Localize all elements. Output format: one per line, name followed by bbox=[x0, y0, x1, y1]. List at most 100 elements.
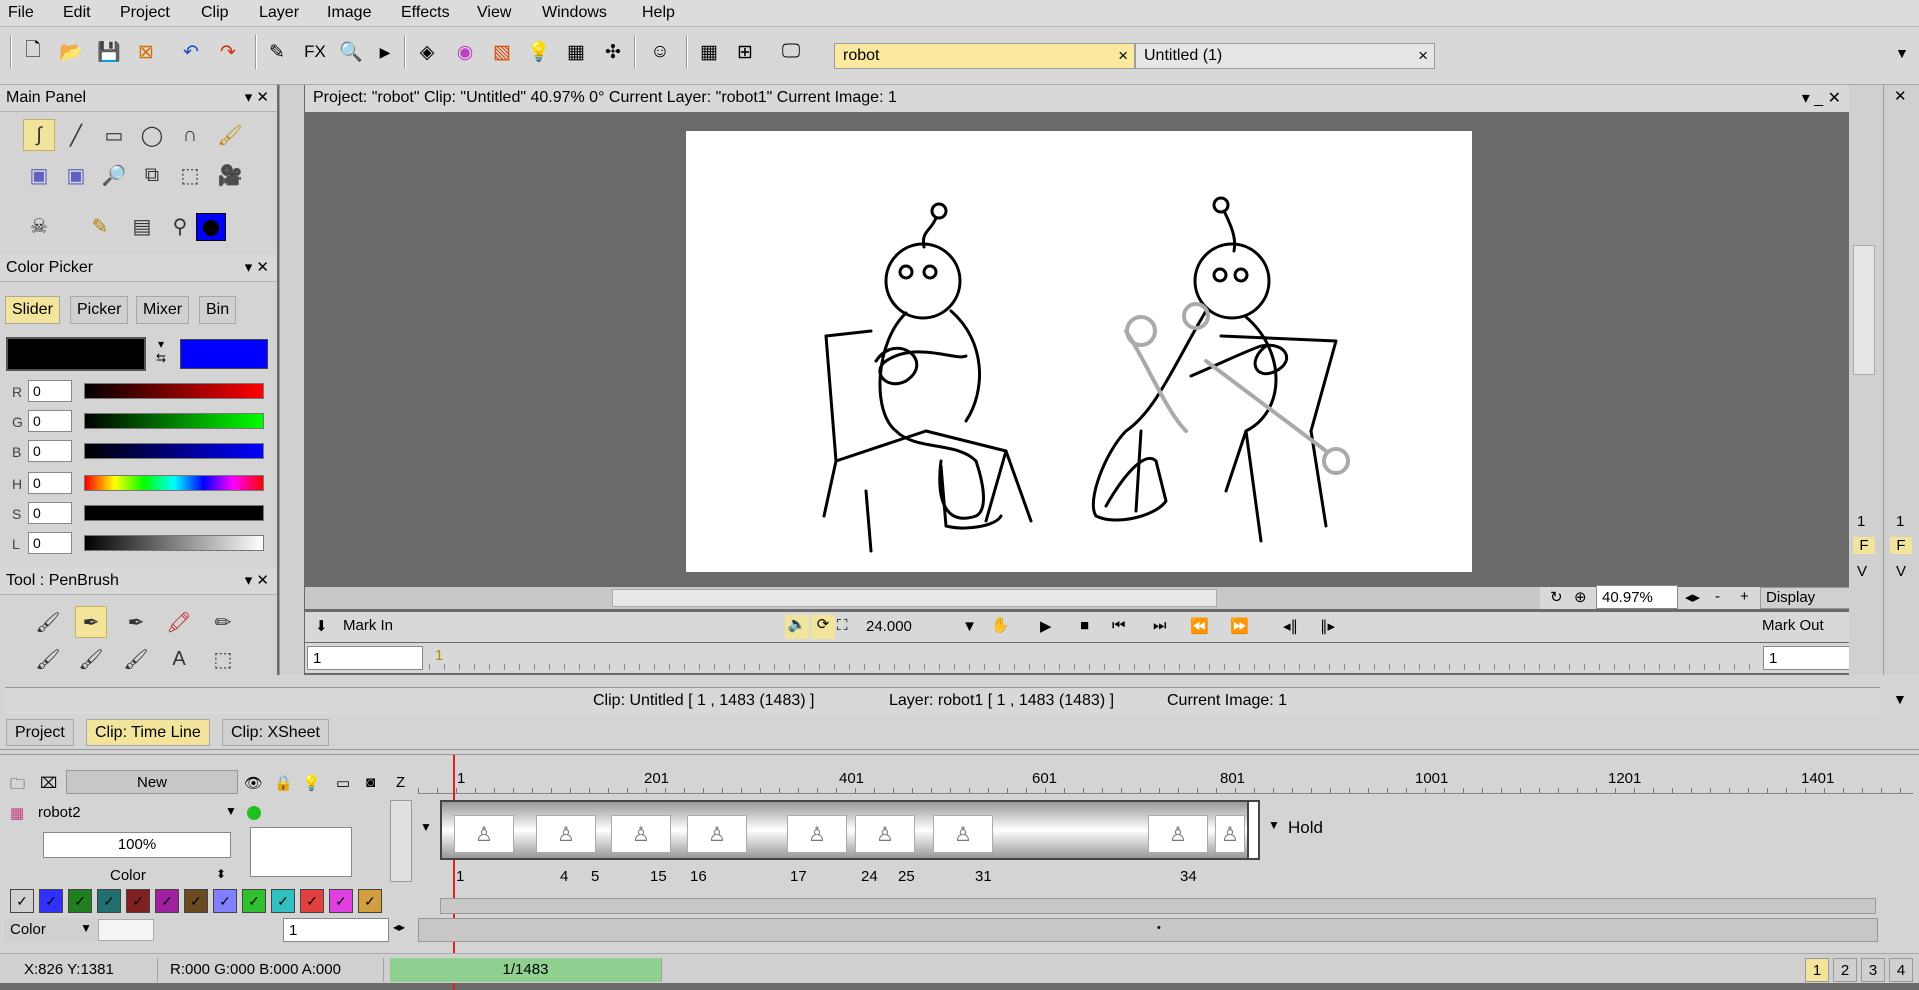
spinner-icon[interactable]: ⬍ bbox=[216, 867, 226, 881]
step-back-icon[interactable]: ◂∥ bbox=[1283, 617, 1298, 635]
panel-controls-icon[interactable]: ▾ ✕ bbox=[245, 571, 269, 589]
color-swatch[interactable]: ✓ bbox=[39, 889, 63, 913]
tab-slider[interactable]: Slider bbox=[5, 296, 60, 324]
step-arrows-icon[interactable]: ◂▸ bbox=[393, 920, 405, 934]
menu-clip[interactable]: Clip bbox=[201, 4, 229, 22]
color-swatch[interactable]: ✓ bbox=[10, 889, 34, 913]
side-label-f[interactable]: F bbox=[1890, 537, 1912, 554]
menu-edit[interactable]: Edit bbox=[63, 4, 91, 22]
frame-thumb[interactable]: ♙ bbox=[1215, 815, 1245, 853]
fps-dropdown[interactable]: 24.000 ▼ bbox=[861, 615, 983, 639]
brush-preset-icon[interactable]: 🖌 bbox=[75, 643, 107, 675]
frame-thumb[interactable]: ♙ bbox=[454, 815, 514, 853]
chevron-down-icon[interactable]: ▼ bbox=[225, 804, 237, 818]
viewer-h-scroll-thumb[interactable] bbox=[612, 589, 1217, 607]
channel-g-slider[interactable] bbox=[84, 413, 264, 429]
panel-controls-icon[interactable]: ▾ ✕ bbox=[245, 258, 269, 276]
mark-in-arrow-icon[interactable]: ⬇ bbox=[315, 617, 328, 635]
close-file-icon[interactable]: ⊠ bbox=[131, 37, 161, 67]
tab-clip-xsheet[interactable]: Clip: XSheet bbox=[222, 719, 329, 746]
tab-untitled[interactable]: Untitled (1) × bbox=[1135, 43, 1435, 69]
layer-visible-dot[interactable] bbox=[247, 806, 261, 820]
chevron-down-icon[interactable]: ▼ bbox=[420, 820, 432, 834]
tab-project[interactable]: Project bbox=[6, 719, 74, 746]
text-tool-icon[interactable]: A bbox=[163, 643, 195, 675]
selection-loop-icon[interactable]: ⛶ bbox=[837, 617, 848, 634]
tab-clip-timeline[interactable]: Clip: Time Line bbox=[86, 719, 210, 746]
channel-b-input[interactable]: 0 bbox=[28, 440, 72, 462]
grid-icon[interactable]: ▦ bbox=[694, 37, 724, 67]
swap-colors-icon[interactable]: ▾ ⇆ bbox=[150, 337, 172, 371]
brush-preset-icon[interactable]: 🖌 bbox=[32, 643, 64, 675]
channel-h-input[interactable]: 0 bbox=[28, 472, 72, 494]
pencil-tool-icon[interactable]: ✎ bbox=[84, 210, 116, 242]
transform-tool-icon[interactable]: ⬚ bbox=[174, 159, 206, 191]
color-swatch[interactable]: ✓ bbox=[68, 889, 92, 913]
magnifier-icon[interactable]: 🔍 bbox=[336, 37, 366, 67]
color-swatch[interactable]: ✓ bbox=[242, 889, 266, 913]
layers-icon[interactable]: ◈ bbox=[412, 37, 442, 67]
view-2-button[interactable]: 2 bbox=[1833, 958, 1857, 982]
close-icon[interactable]: × bbox=[1418, 46, 1428, 66]
brush-tools-icon[interactable]: ✎ bbox=[262, 37, 292, 67]
new-file-icon[interactable]: 🗋 bbox=[18, 37, 48, 67]
eyedropper-icon[interactable]: ⚲ bbox=[164, 210, 196, 242]
go-end-icon[interactable]: ⏭ bbox=[1153, 617, 1167, 634]
bezier-tool-icon[interactable]: ∩ bbox=[174, 119, 206, 151]
folder-icon[interactable]: 🗀 bbox=[10, 774, 25, 799]
fx-icon[interactable]: FX bbox=[300, 37, 330, 67]
marker-preset-icon[interactable]: 🖍 bbox=[163, 606, 195, 638]
menu-project[interactable]: Project bbox=[120, 4, 170, 22]
zoom-tool-icon[interactable]: 🔎 bbox=[98, 159, 130, 191]
color-swatch[interactable]: ✓ bbox=[271, 889, 295, 913]
zoom-in-button[interactable]: + bbox=[1740, 588, 1749, 605]
tab-picker[interactable]: Picker bbox=[70, 296, 129, 324]
left-panel-scrollbar[interactable] bbox=[279, 85, 304, 675]
chevron-down-icon[interactable]: ▼ bbox=[1893, 691, 1907, 707]
frame-input[interactable]: 1 bbox=[283, 918, 389, 942]
pen-brush-preset-icon[interactable]: ✒ bbox=[75, 606, 107, 638]
redo-icon[interactable]: ↷ bbox=[213, 37, 243, 67]
hold-chevron-icon[interactable]: ▼ bbox=[1268, 818, 1280, 832]
menu-windows[interactable]: Windows bbox=[542, 4, 607, 22]
side-label-f[interactable]: F bbox=[1853, 537, 1875, 554]
frame-thumb[interactable]: ♙ bbox=[611, 815, 671, 853]
play-icon[interactable]: ▶ bbox=[370, 37, 400, 67]
calculator-icon[interactable]: ▦ bbox=[561, 37, 591, 67]
frame-ruler-track[interactable]: 1 bbox=[429, 646, 1759, 670]
layer-name[interactable]: robot2 bbox=[38, 804, 81, 821]
color-swatch[interactable]: ✓ bbox=[300, 889, 324, 913]
view-3-button[interactable]: 3 bbox=[1861, 958, 1885, 982]
tab-robot[interactable]: robot × bbox=[834, 43, 1135, 69]
menu-layer[interactable]: Layer bbox=[259, 4, 299, 22]
viewer-v-scroll-thumb[interactable] bbox=[1853, 245, 1875, 375]
camera-toggle-icon[interactable]: ◙ bbox=[366, 774, 375, 791]
timeline-h-scrollbar[interactable]: • bbox=[418, 918, 1878, 942]
ink-brush-preset-icon[interactable]: ✒ bbox=[120, 606, 152, 638]
color-swatch[interactable]: ✓ bbox=[126, 889, 150, 913]
mark-out-button[interactable]: Mark Out bbox=[1762, 617, 1824, 634]
lock-icon[interactable]: 🔒 bbox=[274, 774, 293, 792]
light-bulb-icon[interactable]: 💡 bbox=[524, 37, 554, 67]
channel-r-input[interactable]: 0 bbox=[28, 380, 72, 402]
menu-file[interactable]: File bbox=[8, 4, 34, 22]
color-swatch[interactable]: ✓ bbox=[358, 889, 382, 913]
loop-icon[interactable]: ⟳ bbox=[811, 615, 835, 639]
transform-icon[interactable]: ✣ bbox=[598, 37, 628, 67]
layer-scroll-icon[interactable] bbox=[390, 800, 412, 882]
timeline-ruler[interactable]: 1 201 401 601 801 1001 1201 1401 bbox=[418, 770, 1913, 794]
channel-l-slider[interactable] bbox=[84, 535, 264, 551]
menu-effects[interactable]: Effects bbox=[401, 4, 450, 22]
color-swatch[interactable]: ✓ bbox=[213, 889, 237, 913]
step-forward-icon[interactable]: ∥▸ bbox=[1320, 617, 1335, 635]
channel-g-input[interactable]: 0 bbox=[28, 410, 72, 432]
close-icon[interactable]: ✕ bbox=[1894, 87, 1907, 105]
open-folder-icon[interactable]: 📂 bbox=[56, 37, 86, 67]
zoom-step-icon[interactable]: ◂▸ bbox=[1685, 588, 1700, 606]
layout-icon[interactable]: ⊞ bbox=[730, 37, 760, 67]
color-swatch[interactable]: ✓ bbox=[97, 889, 121, 913]
mask-icon[interactable]: ☺ bbox=[645, 37, 675, 67]
frame-thumb[interactable]: ♙ bbox=[687, 815, 747, 853]
light-icon[interactable]: 💡 bbox=[302, 774, 321, 792]
camera-tool-icon[interactable]: 🎥 bbox=[214, 159, 246, 191]
